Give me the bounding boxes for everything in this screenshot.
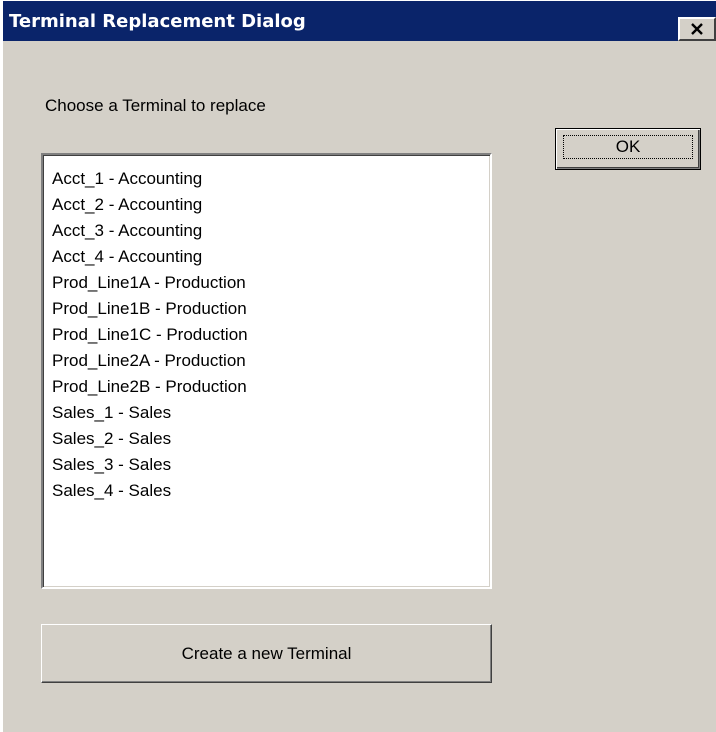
list-item-prod-line1a[interactable]: Prod_Line1A - Production: [52, 270, 248, 296]
ok-button-label: OK: [563, 135, 693, 159]
create-new-terminal-button[interactable]: Create a new Terminal: [41, 624, 492, 683]
choose-terminal-label: Choose a Terminal to replace: [45, 96, 266, 115]
list-item-sales-4[interactable]: Sales_4 - Sales: [52, 478, 248, 504]
list-item-sales-3[interactable]: Sales_3 - Sales: [52, 452, 248, 478]
list-item-acct-1[interactable]: Acct_1 - Accounting: [52, 166, 248, 192]
list-item-prod-line2a[interactable]: Prod_Line2A - Production: [52, 348, 248, 374]
close-icon: [691, 22, 703, 35]
list-item-acct-4[interactable]: Acct_4 - Accounting: [52, 244, 248, 270]
terminal-replacement-dialog: Terminal Replacement Dialog Choose a Ter…: [0, 0, 716, 732]
window-title: Terminal Replacement Dialog: [9, 11, 306, 32]
list-item-prod-line1b[interactable]: Prod_Line1B - Production: [52, 296, 248, 322]
close-button[interactable]: [678, 17, 716, 41]
list-item-acct-3[interactable]: Acct_3 - Accounting: [52, 218, 248, 244]
list-item-prod-line2b[interactable]: Prod_Line2B - Production: [52, 374, 248, 400]
list-item-sales-1[interactable]: Sales_1 - Sales: [52, 400, 248, 426]
title-bar[interactable]: Terminal Replacement Dialog: [3, 1, 716, 41]
list-item-acct-2[interactable]: Acct_2 - Accounting: [52, 192, 248, 218]
terminal-list: Acct_1 - Accounting Acct_2 - Accounting …: [52, 166, 248, 504]
terminal-listbox[interactable]: Acct_1 - Accounting Acct_2 - Accounting …: [41, 153, 492, 589]
ok-button[interactable]: OK: [555, 128, 701, 170]
list-item-prod-line1c[interactable]: Prod_Line1C - Production: [52, 322, 248, 348]
list-item-sales-2[interactable]: Sales_2 - Sales: [52, 426, 248, 452]
